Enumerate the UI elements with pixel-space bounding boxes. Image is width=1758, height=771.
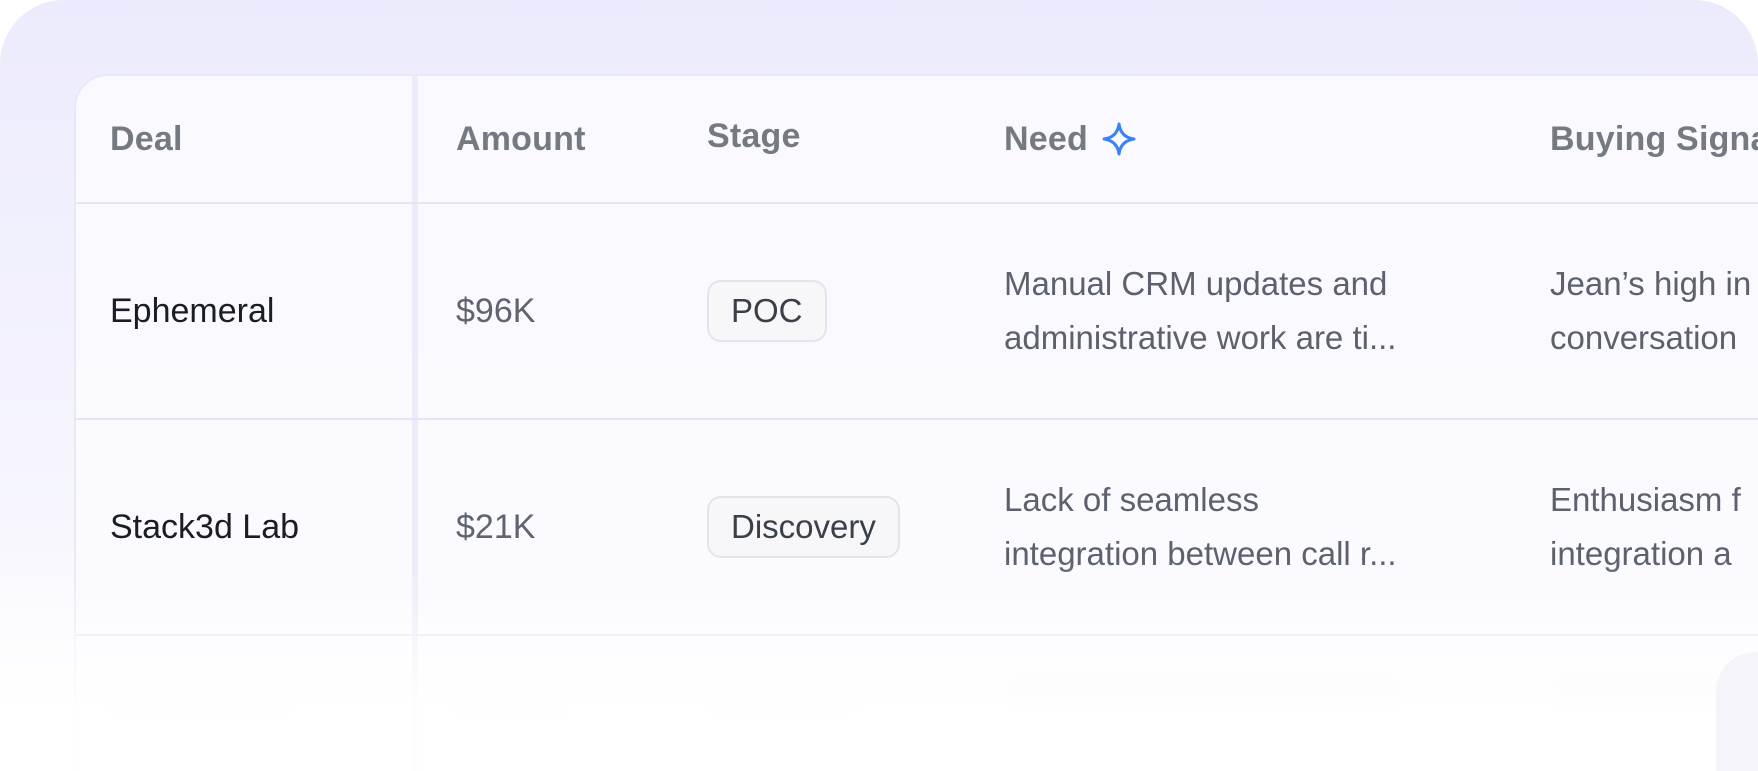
need-text-line: Manual CRM updates and xyxy=(1004,265,1388,302)
column-header-deal[interactable]: Deal xyxy=(110,76,400,202)
need-cell[interactable]: Lack of seamless integration between cal… xyxy=(1004,420,1524,634)
table-header-row: Deal Amount Stage Need Buying Signa xyxy=(76,76,1758,204)
buying-signals-text-line: Enthusiasm f xyxy=(1550,481,1741,518)
stage-cell[interactable]: Discovery xyxy=(707,420,987,634)
skeleton-bar xyxy=(456,692,566,718)
deal-amount: $21K xyxy=(456,507,536,546)
need-text-line: administrative work are ti... xyxy=(1004,319,1397,356)
buying-signals-text: Jean’s high in conversation xyxy=(1550,257,1751,365)
stage-badge[interactable]: Discovery xyxy=(707,496,900,558)
need-text: Lack of seamless integration between cal… xyxy=(1004,473,1397,581)
need-text-line: Lack of seamless xyxy=(1004,481,1259,518)
skeleton-bar xyxy=(110,692,290,718)
buying-signals-cell[interactable]: Enthusiasm f integration a xyxy=(1550,420,1758,634)
deal-amount: $96K xyxy=(456,291,536,330)
sparkle-icon xyxy=(1102,122,1136,156)
column-header-amount[interactable]: Amount xyxy=(456,76,696,202)
table-row[interactable]: Stack3d Lab $21K Discovery Lack of seaml… xyxy=(76,420,1758,636)
column-header-buying-signals[interactable]: Buying Signa xyxy=(1550,76,1758,202)
buying-signals-text-line: Jean’s high in xyxy=(1550,265,1752,302)
buying-signals-cell[interactable]: Jean’s high in conversation xyxy=(1550,204,1758,418)
table-row[interactable]: Ephemeral $96K POC Manual CRM updates an… xyxy=(76,204,1758,420)
buying-signals-text: Enthusiasm f integration a xyxy=(1550,473,1741,581)
app-frame: Deal Amount Stage Need Buying Signa Ephe… xyxy=(0,0,1758,771)
deals-table: Deal Amount Stage Need Buying Signa Ephe… xyxy=(74,74,1758,771)
stage-badge[interactable]: POC xyxy=(707,280,827,342)
deal-name: Ephemeral xyxy=(110,291,275,330)
stage-cell[interactable]: POC xyxy=(707,204,987,418)
column-header-stage[interactable]: Stage xyxy=(707,76,987,199)
column-header-need-label: Need xyxy=(1004,119,1088,158)
scroll-corner xyxy=(1716,652,1758,771)
amount-cell[interactable]: $21K xyxy=(456,420,696,634)
need-cell[interactable]: Manual CRM updates and administrative wo… xyxy=(1004,204,1524,418)
need-text: Manual CRM updates and administrative wo… xyxy=(1004,257,1396,365)
column-header-need[interactable]: Need xyxy=(1004,76,1524,202)
deal-cell[interactable]: Stack3d Lab xyxy=(110,420,400,634)
column-header-buying-signals-label: Buying Signa xyxy=(1550,119,1758,158)
amount-cell[interactable]: $96K xyxy=(456,204,696,418)
buying-signals-text-line: integration a xyxy=(1550,535,1732,572)
skeleton-bar xyxy=(707,688,857,714)
need-text-line: integration between call r... xyxy=(1004,535,1397,572)
column-header-deal-label: Deal xyxy=(110,119,183,158)
column-header-amount-label: Amount xyxy=(456,119,586,158)
table-row-placeholder xyxy=(76,636,1758,771)
deal-cell[interactable]: Ephemeral xyxy=(110,204,400,418)
column-header-stage-label: Stage xyxy=(707,116,801,155)
buying-signals-text-line: conversation xyxy=(1550,319,1738,356)
skeleton-bar xyxy=(1004,680,1404,706)
deal-name: Stack3d Lab xyxy=(110,507,300,546)
